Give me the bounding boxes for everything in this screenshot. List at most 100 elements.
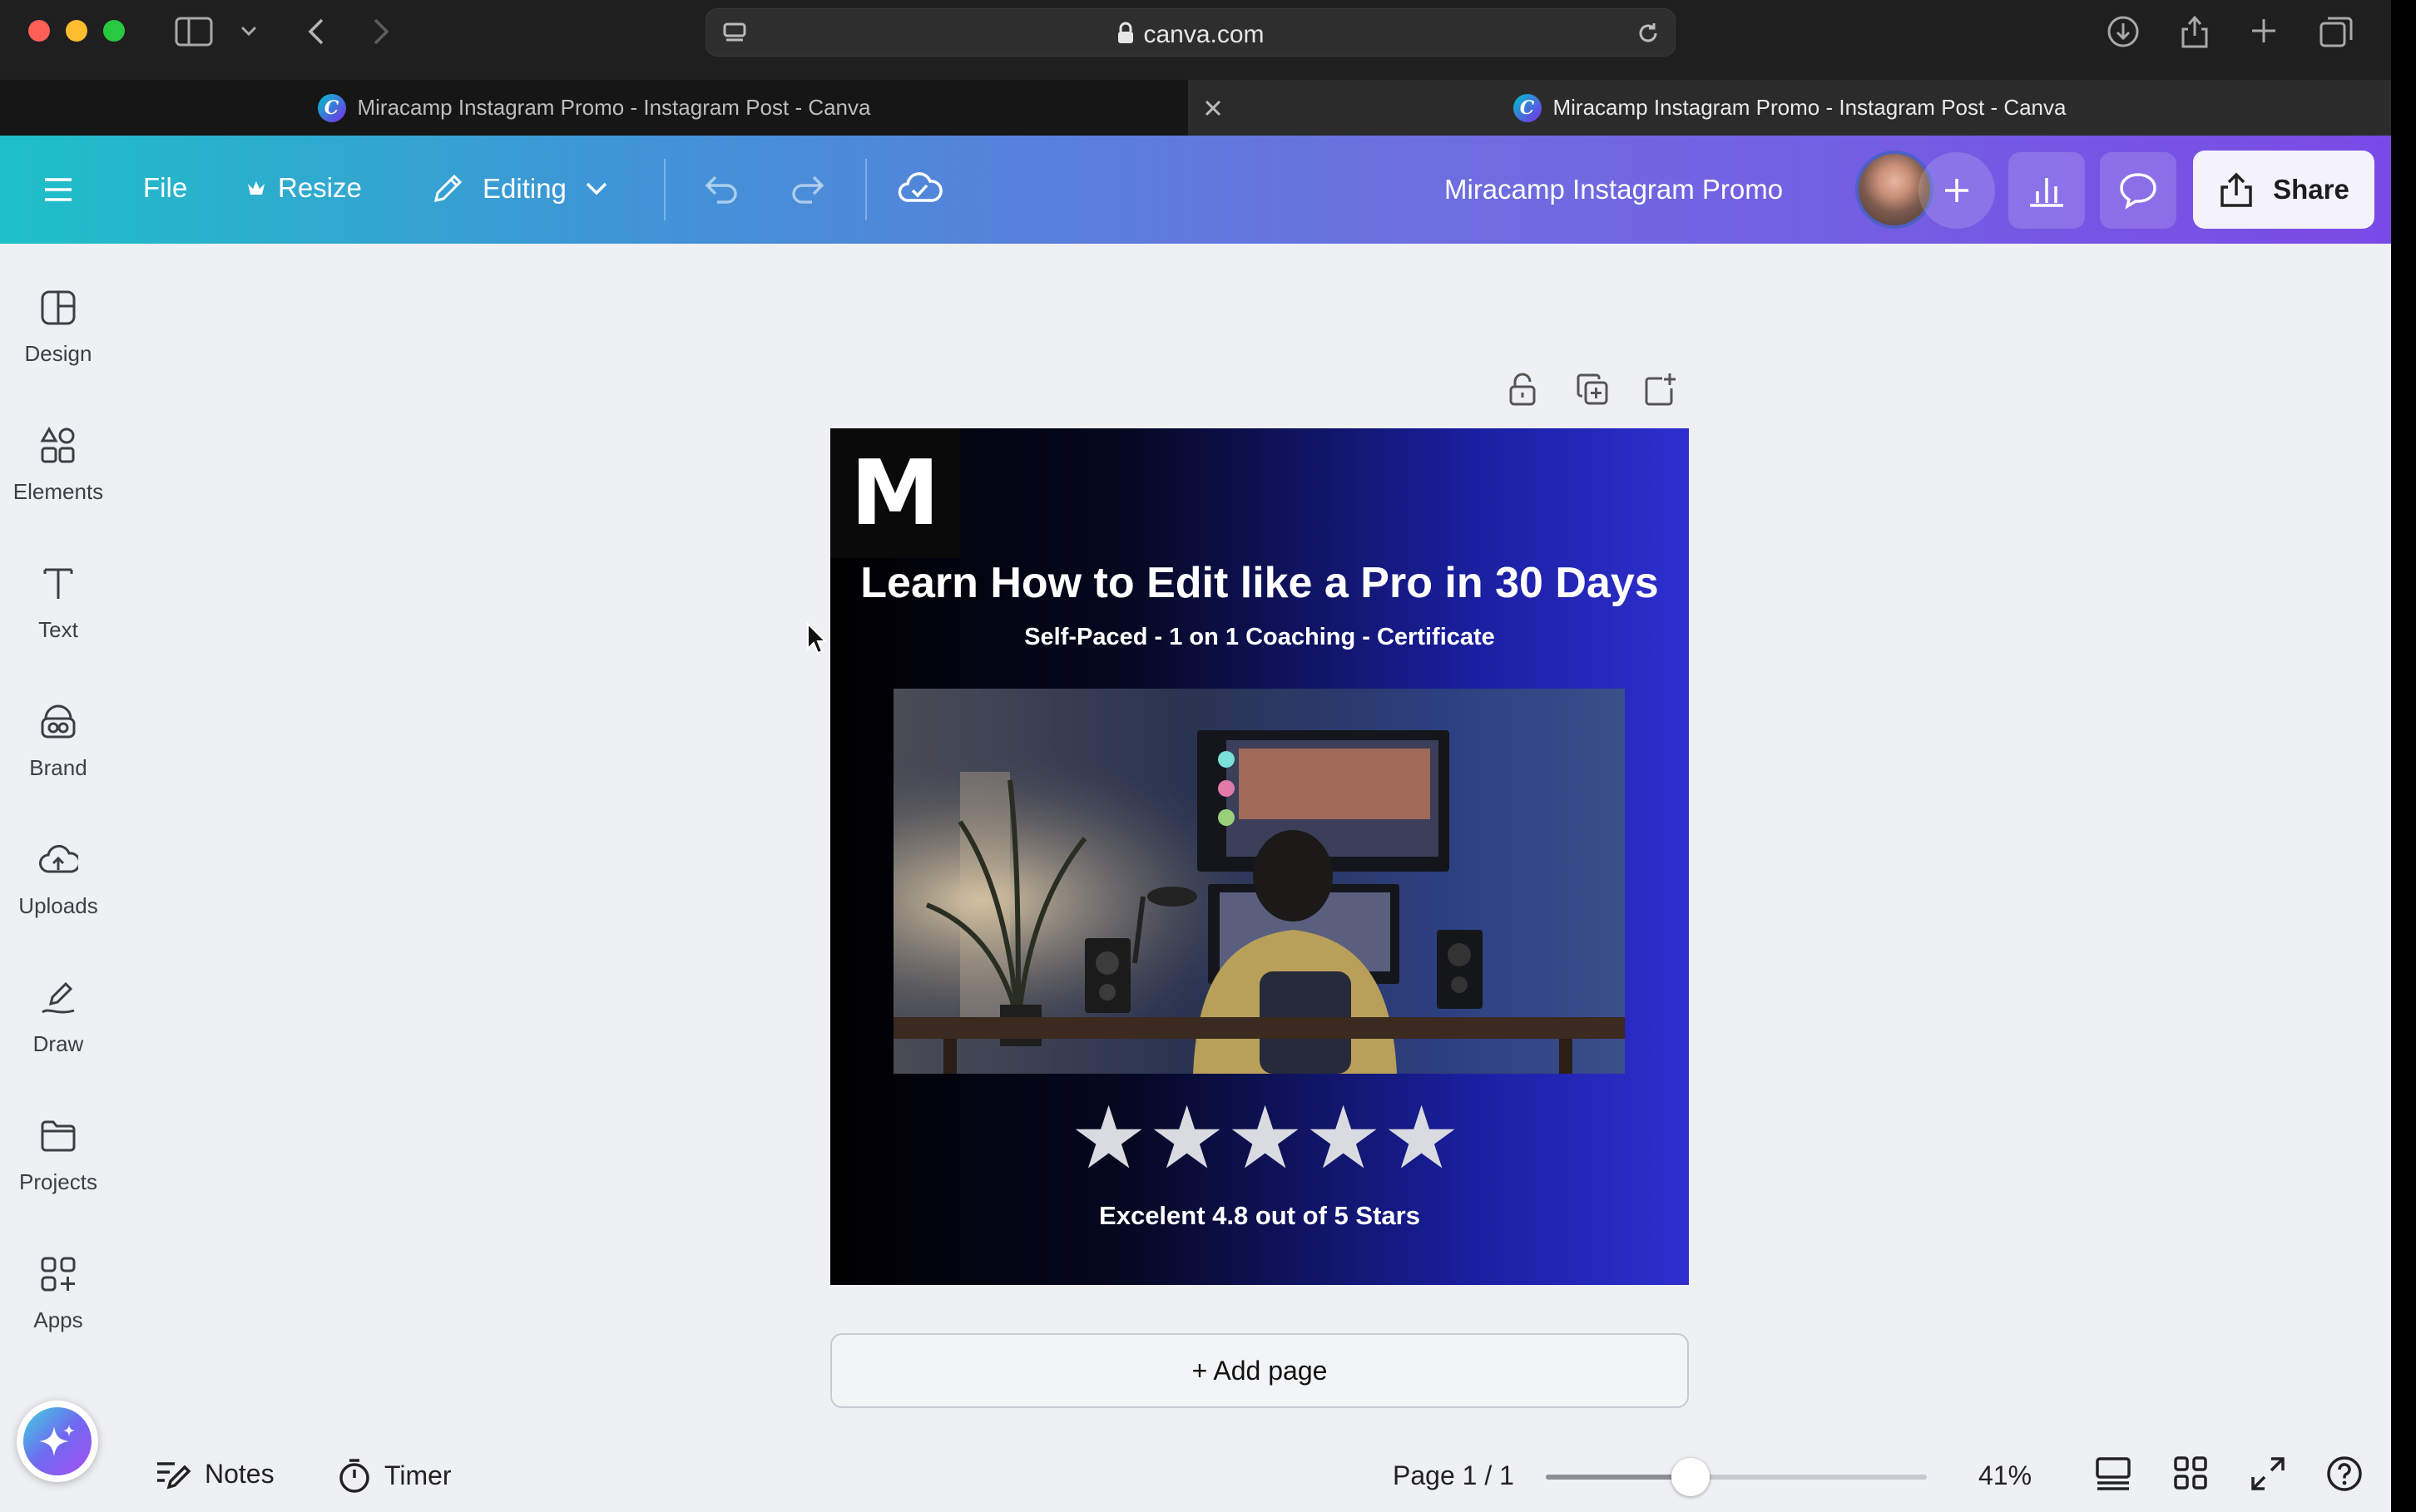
folder-icon: [0, 1111, 116, 1161]
sidebar-item-projects[interactable]: Projects: [0, 1111, 116, 1195]
file-menu-button[interactable]: File: [143, 172, 187, 204]
file-label: File: [143, 172, 188, 203]
uploads-icon: [0, 835, 116, 885]
add-page-label: + Add page: [1191, 1355, 1328, 1386]
sparkle-icon: [23, 1407, 92, 1475]
lock-page-icon[interactable]: [1502, 368, 1543, 410]
zoom-slider-fill: [1546, 1475, 1691, 1480]
sidebar-toggle-icon[interactable]: [173, 13, 215, 50]
add-page-button[interactable]: + Add page: [830, 1333, 1689, 1408]
menu-icon[interactable]: [42, 170, 80, 209]
zoom-slider[interactable]: [1546, 1458, 1927, 1496]
sidebar-item-design[interactable]: Design: [0, 283, 116, 367]
sidebar-item-label: Text: [38, 617, 78, 642]
page-indicator-text: Page 1 / 1: [1393, 1460, 1514, 1490]
page-indicator[interactable]: Page 1 / 1: [1393, 1460, 1514, 1491]
tab-overview-icon[interactable]: [2316, 12, 2356, 52]
sidebar-item-apps[interactable]: Apps: [0, 1249, 116, 1333]
editing-desk-photo[interactable]: [894, 689, 1625, 1074]
tab-inactive[interactable]: C Miracamp Instagram Promo - Instagram P…: [0, 80, 1188, 136]
star-icon: ★: [1148, 1090, 1226, 1187]
help-icon[interactable]: [2326, 1455, 2363, 1492]
url-label: canva.com: [1143, 21, 1265, 48]
sidebar-item-label: Uploads: [18, 893, 98, 918]
resize-button[interactable]: Resize: [246, 172, 362, 204]
star-icon: ★: [1383, 1090, 1461, 1187]
rating-text[interactable]: Excelent 4.8 out of 5 Stars: [830, 1201, 1689, 1231]
sidebar-item-label: Brand: [29, 755, 87, 780]
add-collaborator-button[interactable]: [1918, 152, 1995, 229]
zoom-level[interactable]: 41%: [1978, 1460, 2032, 1491]
sidebar-item-label: Draw: [32, 1031, 84, 1056]
sidebar-item-draw[interactable]: Draw: [0, 973, 116, 1057]
comment-icon: [2118, 171, 2158, 210]
brand-icon: [0, 697, 116, 747]
duplicate-page-icon[interactable]: [1572, 368, 1613, 410]
sidebar-item-brand[interactable]: Brand: [0, 697, 116, 781]
page-view-icon[interactable]: [2095, 1455, 2131, 1492]
zoom-slider-handle[interactable]: [1671, 1458, 1711, 1496]
browser-chrome: canva.com C Miracamp Instagram Promo - I…: [0, 0, 2391, 136]
document-title[interactable]: Miracamp Instagram Promo: [1444, 174, 1783, 205]
fullscreen-icon[interactable]: [2250, 1455, 2286, 1492]
share-label: Share: [2273, 174, 2349, 205]
editing-mode-dropdown[interactable]: Editing: [429, 170, 608, 207]
star-icon: ★: [1226, 1090, 1305, 1187]
sidebar-item-label: Projects: [19, 1169, 97, 1194]
chevron-down-icon[interactable]: [236, 18, 261, 43]
zoom-window-button[interactable]: [103, 20, 125, 42]
notes-icon: [155, 1457, 191, 1490]
forward-icon[interactable]: [364, 13, 398, 50]
divider: [865, 159, 867, 220]
minimize-window-button[interactable]: [66, 20, 87, 42]
star-icon: ★: [1305, 1090, 1383, 1187]
canva-favicon-icon: C: [317, 93, 346, 122]
doc-title-text: Miracamp Instagram Promo: [1444, 174, 1784, 205]
undo-icon[interactable]: [699, 170, 740, 207]
cloud-saved-icon[interactable]: [897, 169, 943, 207]
timer-button[interactable]: Timer: [338, 1457, 452, 1494]
crown-icon: [246, 179, 266, 197]
comments-button[interactable]: [2100, 152, 2176, 229]
sidebar-item-elements[interactable]: Elements: [0, 421, 116, 505]
chevron-down-icon: [585, 181, 608, 196]
close-tab-icon[interactable]: [1198, 93, 1228, 123]
new-tab-icon[interactable]: [2245, 12, 2283, 50]
lock-icon: [1116, 22, 1135, 52]
add-page-icon[interactable]: [1640, 368, 1681, 410]
back-icon[interactable]: [300, 13, 333, 50]
reload-icon[interactable]: [1633, 19, 1663, 47]
pencil-icon: [429, 170, 466, 207]
share-button[interactable]: Share: [2193, 151, 2374, 229]
editor-header: File Resize Editing Miracamp Instagram P…: [0, 136, 2391, 244]
divider: [664, 159, 666, 220]
close-window-button[interactable]: [28, 20, 50, 42]
sidebar-item-label: Design: [24, 341, 92, 366]
design-icon: [0, 283, 116, 333]
notes-button[interactable]: Notes: [155, 1457, 275, 1490]
grid-view-icon[interactable]: [2173, 1455, 2208, 1490]
downloads-icon[interactable]: [2103, 12, 2143, 52]
url-text: canva.com: [706, 21, 1675, 52]
editing-label: Editing: [483, 173, 567, 204]
star-icon: ★: [1070, 1090, 1148, 1187]
sidebar-item-label: Elements: [12, 479, 104, 504]
redo-icon[interactable]: [789, 170, 830, 207]
plus-icon: [1942, 175, 1972, 205]
design-headline[interactable]: Learn How to Edit like a Pro in 30 Days: [830, 558, 1689, 608]
design-page[interactable]: M Learn How to Edit like a Pro in 30 Day…: [830, 428, 1689, 1285]
zoom-label: 41%: [1978, 1460, 2032, 1490]
notes-label: Notes: [205, 1458, 275, 1489]
insights-button[interactable]: [2008, 152, 2085, 229]
design-subline[interactable]: Self-Paced - 1 on 1 Coaching - Certifica…: [830, 624, 1689, 651]
address-bar[interactable]: canva.com: [705, 8, 1676, 57]
tab-active[interactable]: C Miracamp Instagram Promo - Instagram P…: [1188, 80, 2391, 136]
tab-title: Miracamp Instagram Promo - Instagram Pos…: [357, 95, 871, 120]
share-page-icon[interactable]: [2175, 10, 2215, 52]
bar-chart-icon: [2027, 173, 2066, 208]
sidebar-item-text[interactable]: Text: [0, 559, 116, 643]
canva-favicon-icon: C: [1512, 93, 1542, 122]
magic-assistant-button[interactable]: [17, 1401, 98, 1482]
brand-logo: M: [830, 428, 960, 558]
sidebar-item-uploads[interactable]: Uploads: [0, 835, 116, 919]
